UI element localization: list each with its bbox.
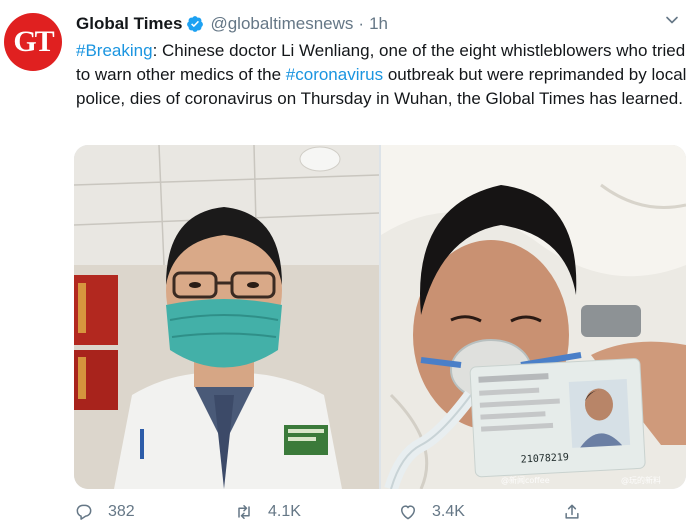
tweet-card: GT Global Times @globaltimesnews · 1h #B… [0, 0, 699, 527]
retweet-button[interactable]: 4.1K [234, 502, 301, 522]
separator-dot: · [358, 14, 365, 33]
reply-button[interactable]: 382 [74, 502, 135, 522]
retweet-count: 4.1K [268, 503, 301, 520]
avatar[interactable]: GT [4, 13, 62, 71]
like-button[interactable]: 3.4K [398, 502, 465, 522]
verified-badge-icon [187, 16, 204, 32]
watermark-left: @新闻coffee [501, 475, 550, 485]
retweet-icon [238, 505, 250, 519]
share-icon [565, 504, 579, 519]
timestamp[interactable]: 1h [369, 14, 388, 34]
heart-icon [401, 505, 415, 520]
share-button[interactable] [562, 502, 596, 522]
reply-icon [76, 504, 92, 520]
avatar-initials: GT [13, 25, 54, 58]
tweet-header: Global Times @globaltimesnews · 1h [76, 12, 388, 36]
hashtag-coronavirus[interactable]: #coronavirus [286, 65, 383, 84]
hashtag-breaking[interactable]: #Breaking [76, 41, 153, 60]
tweet-text: #Breaking: Chinese doctor Li Wenliang, o… [76, 39, 688, 111]
photo-oxygen-mask-id-card[interactable]: 21078219 @新闻coffee @玩的新料 [381, 145, 686, 489]
chevron-down-icon[interactable] [664, 12, 680, 28]
handle[interactable]: @globaltimesnews [210, 14, 353, 34]
reply-count: 382 [108, 503, 135, 520]
like-count: 3.4K [432, 503, 465, 520]
media-grid: 21078219 @新闻coffee @玩的新料 [74, 145, 686, 489]
display-name[interactable]: Global Times [76, 14, 182, 34]
tweet-actions: 382 4.1K 3.4K [74, 502, 594, 526]
watermark-right: @玩的新料 [621, 475, 661, 485]
photo-doctor-mask[interactable] [74, 145, 379, 489]
